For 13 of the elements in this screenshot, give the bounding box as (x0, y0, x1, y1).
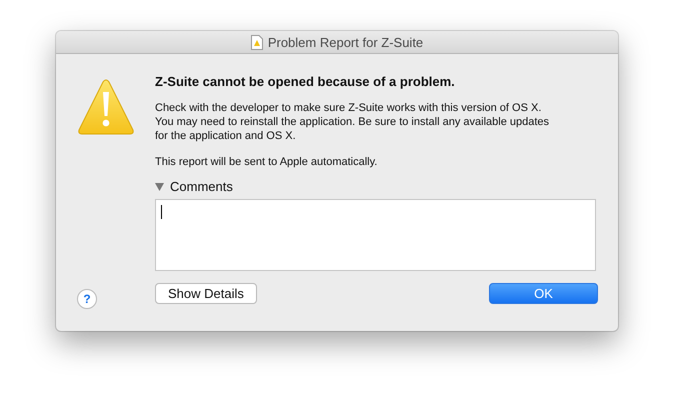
show-details-button[interactable]: Show Details (155, 283, 257, 304)
message-line: for the application and OS X. (155, 129, 297, 143)
document-icon (250, 34, 263, 50)
warning-icon (76, 78, 134, 136)
report-note: This report will be sent to Apple automatically. (155, 156, 378, 168)
disclosure-triangle-icon (155, 182, 164, 190)
window-title: Problem Report for Z-Suite (268, 34, 424, 50)
comments-disclosure[interactable]: Comments (155, 179, 233, 194)
comments-field[interactable] (155, 199, 596, 271)
help-button[interactable]: ? (77, 289, 97, 309)
message-line: Check with the developer to make sure Z-Suite works with this version of OS X. (155, 101, 542, 115)
message-line: You may need to reinstall the application. Be sure to install any available updates (155, 115, 550, 129)
dialog-heading: Z-Suite cannot be opened because of a problem. (155, 74, 456, 89)
